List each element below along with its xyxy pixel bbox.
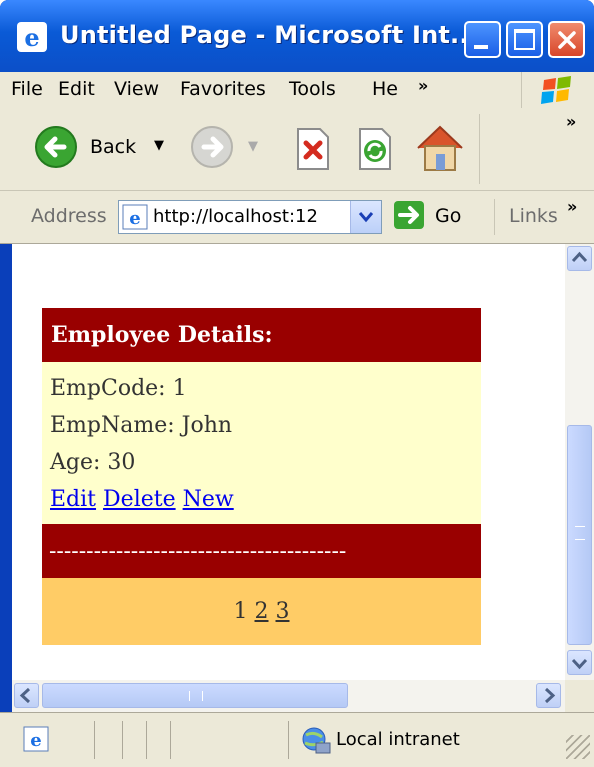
- security-zone-label: Local intranet: [336, 729, 460, 750]
- maximize-button[interactable]: [506, 21, 543, 58]
- address-dropdown-button[interactable]: [350, 201, 381, 233]
- horizontal-scroll-thumb[interactable]: [42, 683, 348, 708]
- chevron-down-icon: [358, 212, 374, 223]
- menu-help[interactable]: He: [372, 78, 398, 100]
- close-button[interactable]: [548, 21, 585, 58]
- pager-link-3[interactable]: 3: [276, 599, 290, 624]
- emp-name: EmpName: John: [50, 413, 233, 438]
- vertical-scroll-thumb[interactable]: [567, 425, 592, 645]
- action-links: Edit Delete New: [50, 481, 473, 518]
- chevron-right-icon: [544, 687, 556, 704]
- home-button[interactable]: [414, 122, 466, 174]
- window-border: [0, 244, 12, 712]
- address-divider: [494, 199, 495, 235]
- back-button[interactable]: Back ▼: [34, 124, 174, 174]
- close-icon: [558, 31, 576, 49]
- page-icon: e: [122, 204, 148, 230]
- svg-text:e: e: [30, 730, 41, 751]
- refresh-icon: [359, 128, 391, 170]
- window-title: Untitled Page - Microsoft Int...: [60, 21, 478, 49]
- maximize-icon: [514, 29, 535, 50]
- forward-arrow-icon: [191, 126, 233, 168]
- new-link[interactable]: New: [183, 487, 234, 512]
- details-body: EmpCode: 1 EmpName: John Age: 30 Edit De…: [42, 362, 481, 524]
- go-arrow-icon: [394, 201, 424, 229]
- status-divider: [122, 721, 123, 759]
- menu-file[interactable]: File: [11, 78, 43, 100]
- emp-age: Age: 30: [50, 450, 136, 475]
- menu-view[interactable]: View: [114, 78, 159, 100]
- go-button[interactable]: Go: [393, 199, 473, 235]
- vertical-scrollbar[interactable]: [565, 244, 594, 680]
- intranet-globe-icon: [302, 727, 331, 754]
- status-bar: e Local intranet: [0, 712, 594, 767]
- thumb-grip: [575, 526, 585, 540]
- home-icon: [417, 125, 463, 171]
- horizontal-scrollbar[interactable]: [12, 680, 565, 712]
- chevron-down-icon: [571, 658, 588, 670]
- page-status-icon: e: [23, 726, 49, 752]
- menu-edit[interactable]: Edit: [58, 78, 95, 100]
- refresh-button[interactable]: [354, 127, 394, 171]
- forward-dropdown-icon: ▼: [248, 139, 258, 154]
- back-dropdown-icon[interactable]: ▼: [154, 138, 164, 153]
- go-label: Go: [435, 205, 462, 227]
- windows-logo: [521, 72, 594, 108]
- links-chevron[interactable]: »: [567, 197, 577, 216]
- links-label[interactable]: Links: [509, 205, 558, 227]
- status-divider: [288, 721, 289, 759]
- thumb-grip: [189, 691, 203, 701]
- menu-bar: File Edit View Favorites Tools He »: [0, 72, 594, 109]
- chevron-up-icon: [571, 251, 588, 263]
- ie-icon: e: [17, 22, 47, 52]
- minimize-button[interactable]: [464, 21, 501, 58]
- address-bar: Address e http://localhost:12 Go Links »: [0, 191, 594, 244]
- page-content: Employee Details: EmpCode: 1 EmpName: Jo…: [12, 244, 565, 680]
- scroll-corner: [565, 680, 594, 712]
- minimize-icon: [474, 45, 488, 49]
- separator-row: ----------------------------------------: [42, 524, 481, 578]
- chevron-left-icon: [19, 687, 31, 704]
- delete-link[interactable]: Delete: [103, 487, 176, 512]
- pager-link-2[interactable]: 2: [255, 599, 269, 624]
- scroll-down-button[interactable]: [567, 650, 592, 675]
- toolbar-divider: [479, 114, 480, 184]
- scroll-left-button[interactable]: [14, 683, 39, 708]
- status-divider: [146, 721, 147, 759]
- menu-favorites[interactable]: Favorites: [180, 78, 266, 100]
- svg-text:e: e: [129, 208, 140, 229]
- browser-window: e Untitled Page - Microsoft Int... File …: [0, 0, 594, 767]
- pager-row: 1 2 3: [42, 578, 481, 645]
- scroll-right-button[interactable]: [536, 683, 561, 708]
- details-header: Employee Details:: [42, 308, 481, 362]
- pager-current-page: 1: [233, 599, 248, 624]
- url-text[interactable]: http://localhost:12: [153, 206, 318, 227]
- address-label: Address: [31, 205, 107, 227]
- status-divider: [170, 721, 171, 759]
- menu-tools[interactable]: Tools: [289, 78, 336, 100]
- back-arrow-icon: [35, 126, 77, 168]
- emp-code: EmpCode: 1: [50, 376, 187, 401]
- forward-button[interactable]: ▼: [190, 125, 264, 173]
- resize-grip-icon[interactable]: [566, 735, 590, 759]
- back-label: Back: [90, 136, 137, 158]
- edit-link[interactable]: Edit: [50, 487, 96, 512]
- svg-text:e: e: [24, 23, 39, 52]
- menu-chevron[interactable]: »: [418, 76, 428, 95]
- scroll-up-button[interactable]: [567, 246, 592, 271]
- standard-toolbar: Back ▼ ▼ »: [0, 108, 594, 191]
- address-field[interactable]: e http://localhost:12: [118, 200, 382, 234]
- title-bar[interactable]: e Untitled Page - Microsoft Int...: [0, 0, 594, 72]
- stop-icon: [297, 128, 329, 170]
- windows-flag-icon: [541, 76, 571, 104]
- status-divider: [94, 721, 95, 759]
- stop-button[interactable]: [292, 127, 332, 171]
- employee-details-view: Employee Details: EmpCode: 1 EmpName: Jo…: [42, 308, 481, 645]
- toolbar-chevron[interactable]: »: [566, 112, 576, 131]
